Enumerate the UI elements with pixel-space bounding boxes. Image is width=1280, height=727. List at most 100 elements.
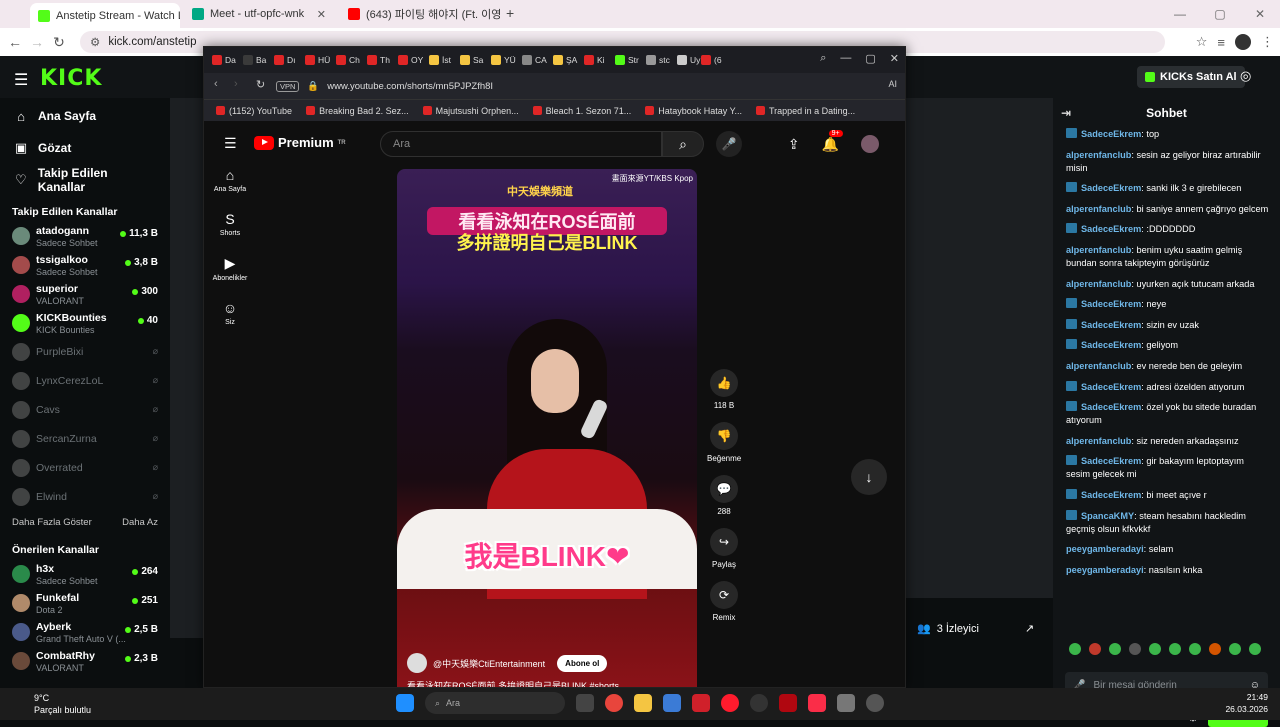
- maximize-icon[interactable]: ▢: [865, 52, 875, 65]
- chat-username[interactable]: SadeceEkrem: [1081, 382, 1141, 392]
- popup-tab[interactable]: YÜ: [491, 51, 521, 69]
- kicks-buy-button[interactable]: KICKs Satın Al: [1137, 66, 1245, 88]
- popup-tab[interactable]: Ki: [584, 51, 614, 69]
- bookmark-item[interactable]: Bleach 1. Sezon 71...: [532, 105, 631, 116]
- reload-icon[interactable]: ↻: [256, 78, 265, 91]
- yt-guide-item[interactable]: S Shorts: [204, 211, 256, 237]
- emote-icon[interactable]: [1149, 643, 1161, 655]
- netflix-icon[interactable]: [779, 694, 797, 712]
- music-icon[interactable]: [808, 694, 826, 712]
- chat-username[interactable]: SadeceEkrem: [1081, 402, 1141, 412]
- bookmark-item[interactable]: Hataybook Hatay Y...: [645, 105, 742, 116]
- emote-icon[interactable]: [1249, 643, 1261, 655]
- channel-item-offline[interactable]: LynxCerezLoL ⌀: [0, 367, 170, 396]
- app-icon[interactable]: [692, 694, 710, 712]
- chat-username[interactable]: alperenfanclub: [1066, 436, 1131, 446]
- new-tab-button[interactable]: +: [506, 5, 514, 21]
- app-icon[interactable]: [866, 694, 884, 712]
- popup-tab[interactable]: stc: [646, 51, 676, 69]
- task-view-icon[interactable]: [576, 694, 594, 712]
- shorts-action[interactable]: 👎 Beğenme: [707, 422, 741, 463]
- shorts-video[interactable]: 畫面來源YT/KBS Kpop 中天娛樂頻道 看看泳知在ROSÉ面前 多拼證明自…: [397, 169, 697, 687]
- chat-username[interactable]: peeygamberadayi: [1066, 565, 1144, 575]
- video-title[interactable]: 看看泳知在ROSÉ面前 多拚證明自己是BLINK #shorts: [407, 679, 619, 687]
- browser-tab[interactable]: Anstetip Stream - Watch Live on✕: [30, 3, 180, 28]
- channel-item-offline[interactable]: Elwind ⌀: [0, 483, 170, 512]
- yt-menu-icon[interactable]: ☰: [224, 135, 237, 152]
- steam-icon[interactable]: [750, 694, 768, 712]
- app-icon[interactable]: [837, 694, 855, 712]
- channel-item[interactable]: atadogann Sadece Sohbet 11,3 B: [0, 222, 170, 251]
- emote-icon[interactable]: [1189, 643, 1201, 655]
- chrome-icon[interactable]: [605, 694, 623, 712]
- vpn-badge[interactable]: VPN: [276, 80, 300, 92]
- chat-username[interactable]: alperenfanclub: [1066, 204, 1131, 214]
- channel-item[interactable]: Funkefal Dota 2 251: [0, 589, 170, 618]
- popup-tab[interactable]: ŞA: [553, 51, 583, 69]
- shorts-action[interactable]: ↪ Paylaş: [707, 528, 741, 569]
- shorts-action[interactable]: 💬 288: [707, 475, 741, 516]
- popup-tab[interactable]: Ch: [336, 51, 366, 69]
- channel-item-offline[interactable]: Overrated ⌀: [0, 454, 170, 483]
- aria-icon[interactable]: AI: [888, 79, 897, 89]
- menu-icon[interactable]: ⋮: [1261, 34, 1274, 50]
- emote-icon[interactable]: [1069, 643, 1081, 655]
- popup-tab[interactable]: HÜ: [305, 51, 335, 69]
- store-icon[interactable]: [663, 694, 681, 712]
- bookmark-item[interactable]: (1152) YouTube: [216, 105, 292, 116]
- popup-tab[interactable]: Ba: [243, 51, 273, 69]
- bookmark-star-icon[interactable]: ☆: [1196, 34, 1208, 50]
- shorts-action[interactable]: ⟳ Remix: [707, 581, 741, 622]
- upload-icon[interactable]: ⇪: [788, 136, 800, 153]
- chat-username[interactable]: SadeceEkrem: [1081, 224, 1141, 234]
- clock[interactable]: 21:49 26.03.2026: [1225, 691, 1268, 715]
- browser-tab[interactable]: Meet - utf-opfc-wnk ✕: [184, 3, 334, 25]
- channel-item[interactable]: superior VALORANT 300: [0, 280, 170, 309]
- notifications-icon[interactable]: 🔔 9+: [822, 129, 843, 153]
- taskbar-search[interactable]: ⌕ Ara: [425, 692, 565, 714]
- chat-username[interactable]: SadeceEkrem: [1081, 320, 1141, 330]
- channel-item[interactable]: Ayberk Grand Theft Auto V (... 2,5 B: [0, 618, 170, 647]
- channel-name[interactable]: @中天娛樂CtiEntertainment: [433, 657, 545, 670]
- bookmark-item[interactable]: Breaking Bad 2. Sez...: [306, 105, 409, 116]
- minimize-icon[interactable]: —: [1160, 0, 1200, 28]
- bookmark-item[interactable]: Trapped in a Dating...: [755, 105, 855, 116]
- emote-icon[interactable]: [1229, 643, 1241, 655]
- shorts-action[interactable]: 👍 118 B: [707, 369, 741, 410]
- youtube-logo[interactable]: Premium TR: [254, 135, 346, 150]
- weather-widget[interactable]: 9°C Parçalı bulutlu: [12, 692, 91, 716]
- media-icon[interactable]: ≡: [1217, 35, 1225, 50]
- channel-item[interactable]: CombatRhy VALORANT 2,3 B: [0, 647, 170, 676]
- channel-item[interactable]: h3x Sadece Sohbet 264: [0, 560, 170, 589]
- chat-username[interactable]: alperenfanclub: [1066, 279, 1131, 289]
- browser-tab[interactable]: (643) 파이팅 해야지 (Ft. 이영지✕: [340, 3, 500, 25]
- user-icon[interactable]: ◎: [1240, 68, 1251, 84]
- yt-avatar[interactable]: [861, 135, 879, 153]
- back-icon[interactable]: ‹: [214, 78, 218, 90]
- chat-username[interactable]: alperenfanclub: [1066, 245, 1131, 255]
- yt-search-button[interactable]: ⌕: [662, 131, 704, 157]
- maximize-icon[interactable]: ▢: [1200, 0, 1240, 28]
- popup-tab[interactable]: CA: [522, 51, 552, 69]
- sidebar-nav-item[interactable]: ♡ Takip Edilen Kanallar: [0, 164, 170, 196]
- popup-tab[interactable]: OY: [398, 51, 428, 69]
- chat-username[interactable]: SadeceEkrem: [1081, 183, 1141, 193]
- close-icon[interactable]: ✕: [890, 52, 899, 65]
- chat-username[interactable]: alperenfanclub: [1066, 361, 1131, 371]
- chat-username[interactable]: SadeceEkrem: [1081, 340, 1141, 350]
- file-explorer-icon[interactable]: [634, 694, 652, 712]
- emote-icon[interactable]: [1169, 643, 1181, 655]
- chat-username[interactable]: alperenfanclub: [1066, 150, 1131, 160]
- yt-guide-item[interactable]: ▶ Abonelikler: [204, 255, 256, 282]
- chat-username[interactable]: peeygamberadayi: [1066, 544, 1144, 554]
- emote-icon[interactable]: [1089, 643, 1101, 655]
- chat-username[interactable]: SadeceEkrem: [1081, 299, 1141, 309]
- back-icon[interactable]: ←: [4, 34, 26, 50]
- popup-tab[interactable]: Dı: [274, 51, 304, 69]
- collapse-chat-icon[interactable]: ⇥: [1061, 106, 1071, 120]
- popup-tab[interactable]: Sa: [460, 51, 490, 69]
- sidebar-nav-item[interactable]: ⌂ Ana Sayfa: [0, 100, 170, 132]
- minimize-icon[interactable]: —: [840, 52, 851, 65]
- share-icon[interactable]: ↗: [1025, 622, 1034, 635]
- show-more-link[interactable]: Daha Fazla Göster: [12, 512, 92, 534]
